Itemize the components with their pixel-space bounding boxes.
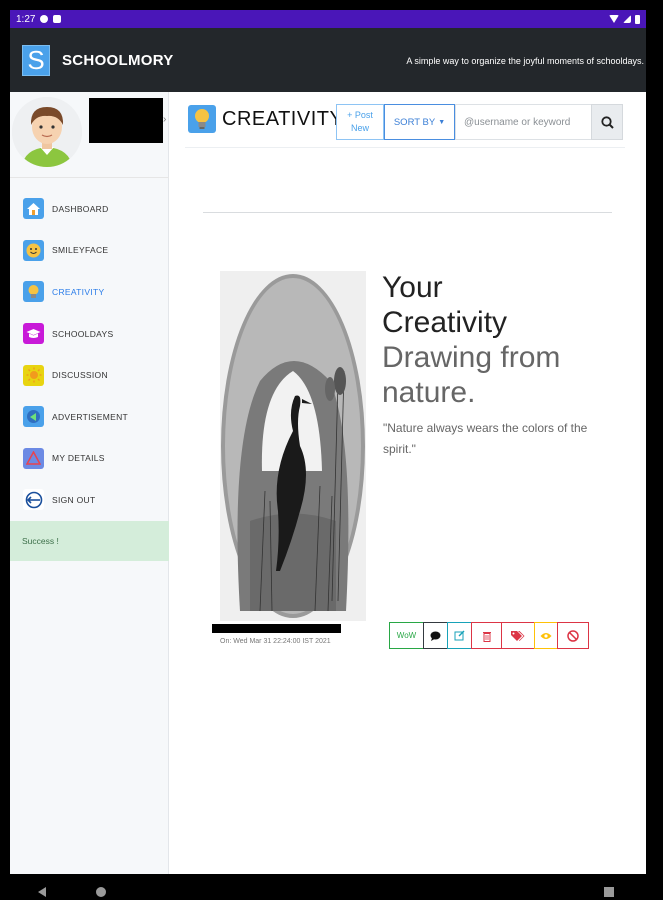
smiley-icon	[23, 239, 44, 261]
recent-apps-icon[interactable]	[604, 887, 614, 897]
home-icon[interactable]	[96, 887, 106, 897]
author-redacted	[212, 624, 341, 633]
header-underline	[185, 147, 625, 148]
sidebar-item-schooldays[interactable]: SCHOOLDAYS	[10, 313, 169, 355]
trash-icon	[482, 631, 491, 642]
signal-icon	[623, 15, 631, 23]
comment-icon	[430, 631, 441, 641]
content-divider	[203, 212, 612, 213]
lightbulb-icon	[188, 105, 216, 133]
avatar[interactable]	[12, 97, 82, 167]
sidebar-nav: DASHBOARD SMILEYFACE CREATIVITY SCHOOLDA…	[10, 188, 169, 521]
tags-icon	[511, 631, 525, 641]
search-button[interactable]	[591, 104, 623, 140]
graduation-cap-icon	[23, 323, 44, 345]
post-image[interactable]	[220, 271, 366, 621]
wifi-icon	[609, 15, 619, 23]
sidebar-item-label: SCHOOLDAYS	[52, 328, 114, 339]
sidebar-item-label: DASHBOARD	[52, 203, 109, 214]
caret-down-icon: ▼	[438, 118, 446, 126]
triangle-icon	[23, 447, 44, 469]
post-title-line: Creativity	[382, 306, 508, 339]
wow-button[interactable]: WoW	[389, 622, 424, 649]
sidebar-item-label: MY DETAILS	[52, 453, 105, 464]
edit-icon	[454, 630, 465, 641]
post-title: Your Creativity Drawing from nature.	[382, 270, 642, 410]
sidebar-item-label: SMILEYFACE	[52, 245, 109, 256]
page-title: CREATIVITY	[222, 107, 344, 130]
post-subtitle-line: Drawing from	[382, 341, 561, 374]
sd-card-icon	[53, 15, 62, 23]
app-tagline: A simple way to organize the joyful mome…	[406, 56, 644, 66]
post-title-line: Your	[382, 271, 443, 304]
sort-by-label: SORT BY	[393, 116, 436, 128]
sidebar-item-dashboard[interactable]: DASHBOARD	[10, 188, 169, 230]
notification-icon	[40, 15, 49, 23]
post-new-button[interactable]: + Post New	[336, 104, 384, 140]
search-icon	[600, 115, 614, 129]
sidebar-item-label: SIGN OUT	[52, 494, 96, 505]
sidebar: › DASHBOARD SMILEYFACE CREATIVITY SCHOOL…	[10, 92, 169, 874]
app-bar: S SCHOOLMORY A simple way to organize th…	[10, 28, 646, 92]
app-title[interactable]: SCHOOLMORY	[62, 52, 174, 69]
logo-letter: S	[27, 45, 45, 75]
sidebar-item-creativity[interactable]: CREATIVITY	[10, 271, 169, 313]
exit-icon	[23, 489, 44, 511]
block-button[interactable]	[557, 622, 589, 649]
battery-icon	[635, 14, 640, 24]
drawing-illustration	[220, 271, 366, 621]
sidebar-item-label: ADVERTISEMENT	[52, 411, 129, 422]
sun-icon	[23, 364, 44, 386]
back-icon[interactable]	[38, 887, 46, 897]
app-screen: 1:27 S SCHOOLMORY A simple way to organi…	[10, 10, 646, 874]
tag-button[interactable]	[501, 622, 535, 649]
post-actions: WoW	[389, 622, 589, 649]
status-time: 1:27	[16, 13, 36, 25]
sort-by-dropdown[interactable]: SORT BY ▼	[384, 104, 455, 140]
sidebar-item-advertisement[interactable]: ADVERTISEMENT	[10, 396, 169, 438]
sidebar-item-my-details[interactable]: MY DETAILS	[10, 438, 169, 480]
page-header: CREATIVITY	[188, 105, 343, 133]
success-alert: Success !	[10, 521, 169, 561]
post-subtitle-line: nature.	[382, 376, 476, 409]
edit-button[interactable]	[447, 622, 472, 649]
eye-icon	[540, 632, 552, 639]
lightbulb-icon	[23, 281, 44, 303]
avatar-illustration	[12, 97, 82, 167]
profile-section: ›	[10, 92, 169, 178]
megaphone-icon	[23, 406, 44, 428]
view-button[interactable]	[534, 622, 558, 649]
comment-button[interactable]	[423, 622, 448, 649]
sidebar-item-smileyface[interactable]: SMILEYFACE	[10, 230, 169, 272]
post-date: On: Wed Mar 31 22:24:00 IST 2021	[220, 638, 331, 645]
sidebar-item-label: DISCUSSION	[52, 370, 108, 381]
sidebar-item-sign-out[interactable]: SIGN OUT	[10, 479, 169, 521]
status-bar: 1:27	[10, 10, 646, 28]
sidebar-item-label: CREATIVITY	[52, 286, 105, 297]
delete-button[interactable]	[471, 622, 502, 649]
username-redacted	[89, 98, 163, 143]
ban-icon	[567, 629, 579, 642]
chevron-right-icon[interactable]: ›	[163, 114, 166, 125]
app-logo[interactable]: S	[22, 45, 50, 76]
house-icon	[23, 198, 44, 220]
post-quote: "Nature always wears the colors of the s…	[383, 421, 588, 456]
sidebar-item-discussion[interactable]: DISCUSSION	[10, 354, 169, 396]
search-input[interactable]	[455, 104, 593, 140]
